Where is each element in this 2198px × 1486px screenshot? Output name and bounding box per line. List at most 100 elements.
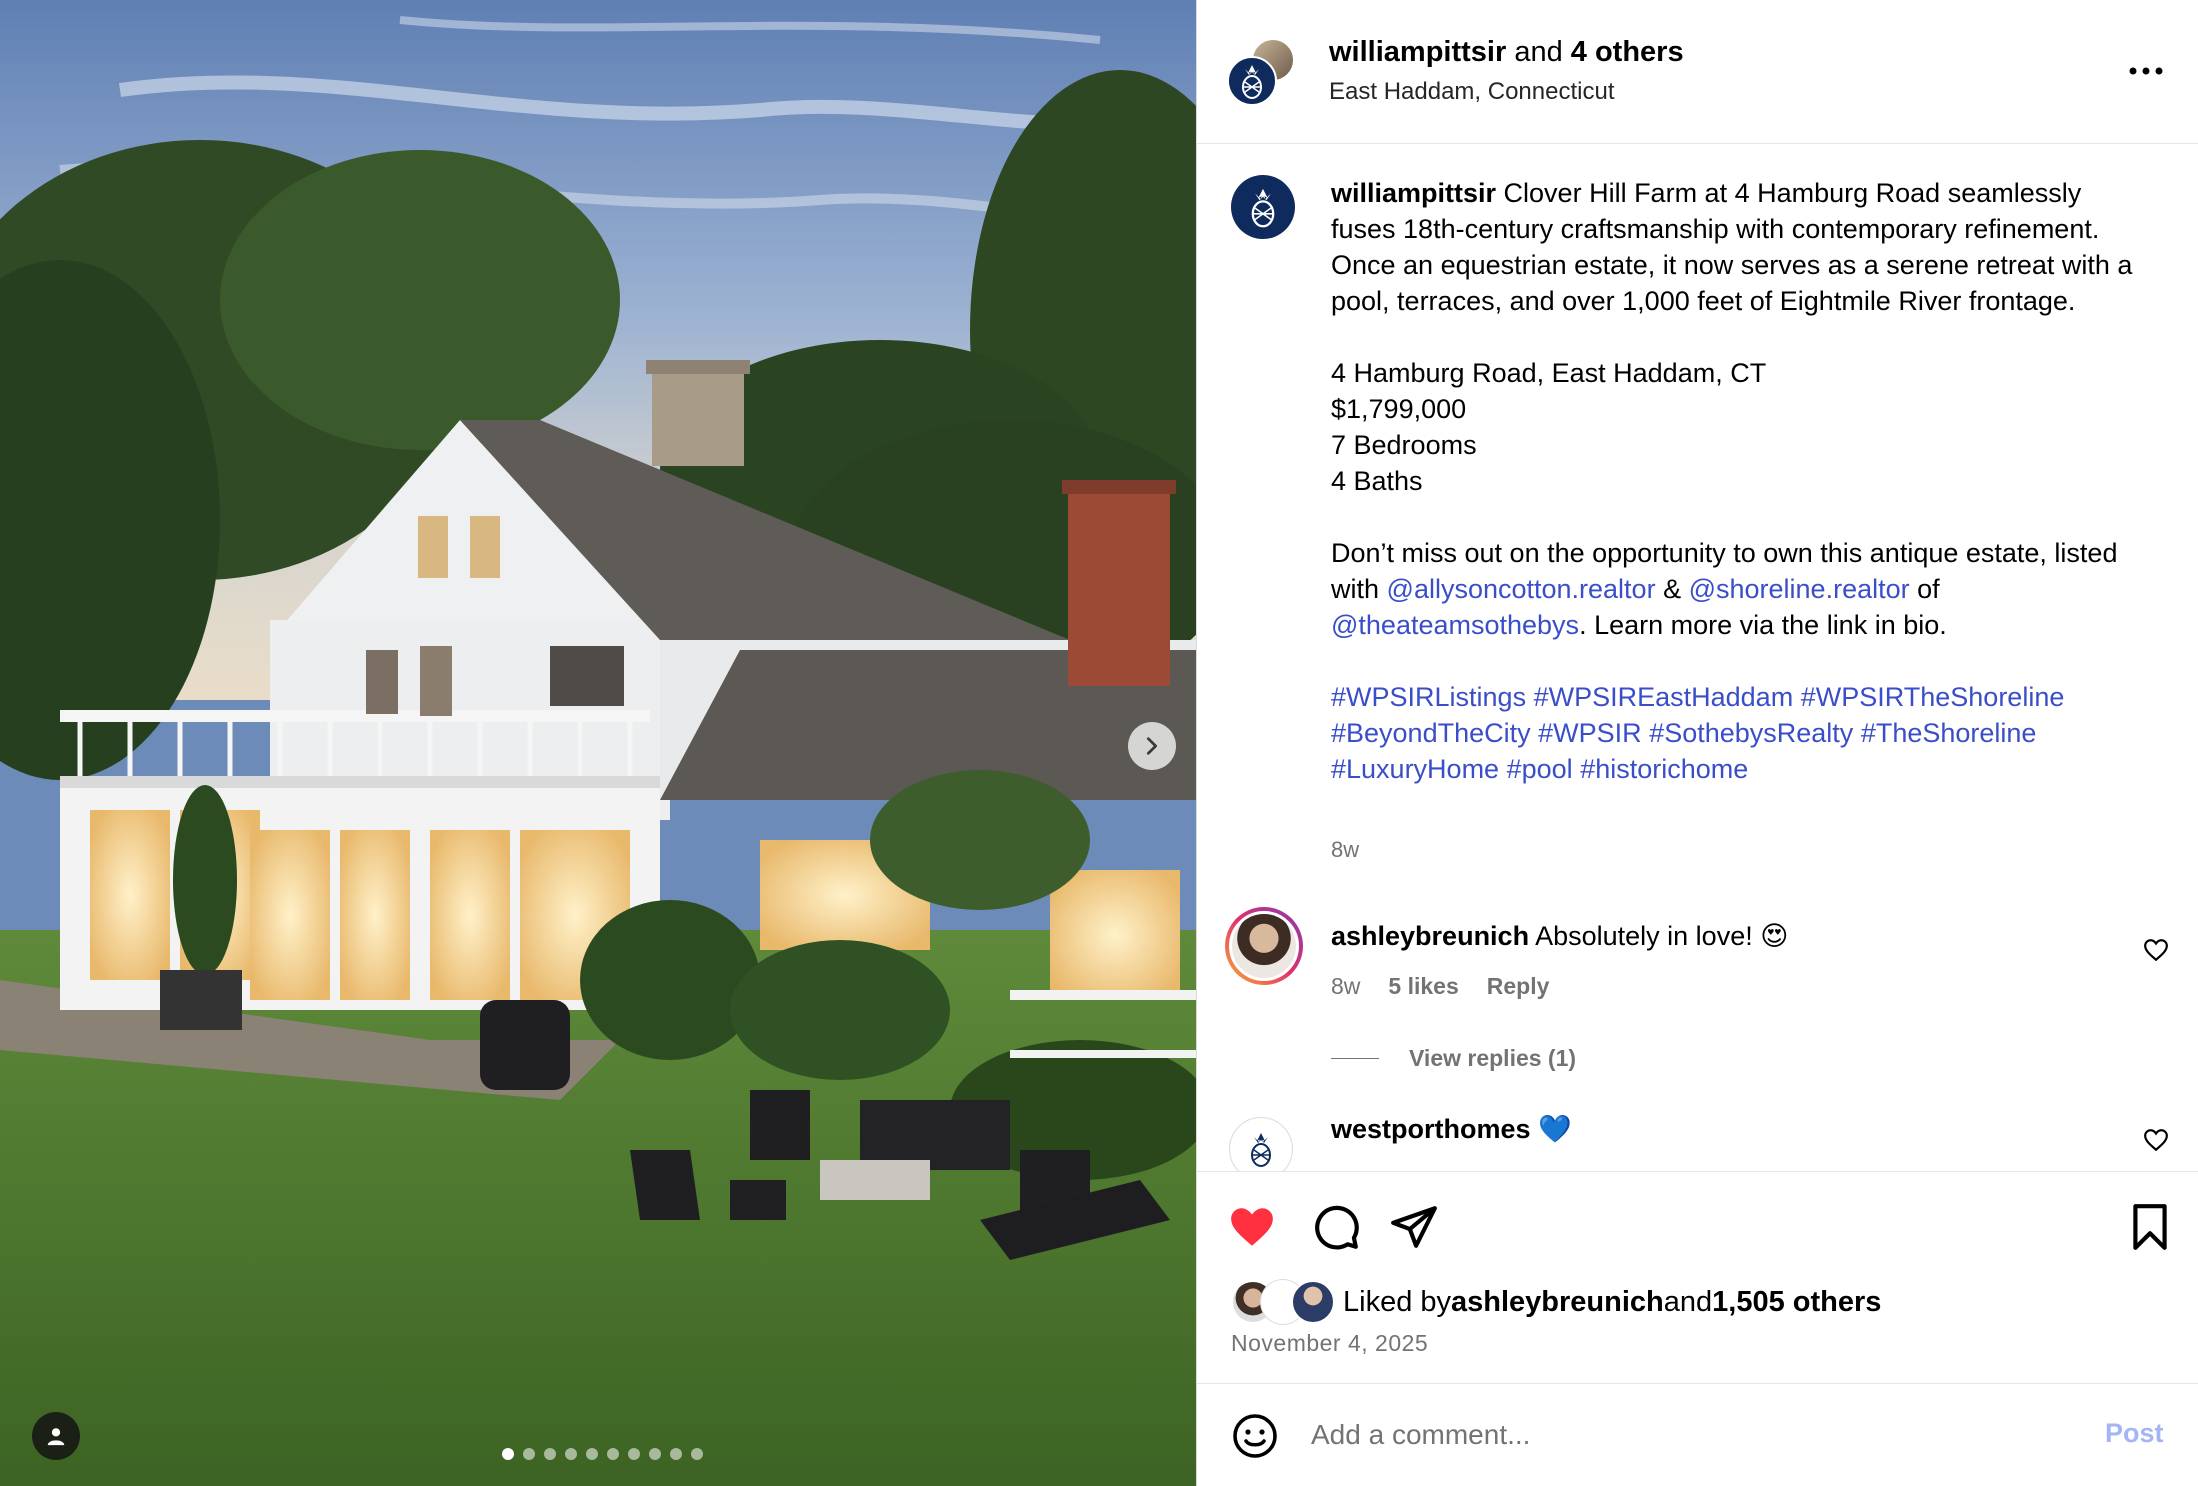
carousel-dot — [523, 1448, 535, 1460]
post-details-panel: williampittsir and 4 others East Haddam,… — [1196, 0, 2198, 1486]
liker-username-link[interactable]: ashleybreunich — [1451, 1286, 1664, 1319]
bookmark-button[interactable] — [2125, 1202, 2175, 1252]
carousel-dot — [565, 1448, 577, 1460]
post-photo[interactable] — [0, 0, 1196, 1486]
avatar[interactable] — [1231, 175, 1295, 239]
caption-username-link[interactable]: williampittsir — [1331, 178, 1496, 208]
carousel-dot — [502, 1448, 514, 1460]
heart-icon — [1231, 1208, 1273, 1246]
caption-hashtags: #WPSIRListings #WPSIREastHaddam #WPSIRTh… — [1331, 679, 2151, 787]
comment-username-link[interactable]: ashleybreunich — [1331, 921, 1529, 951]
house-photo — [0, 0, 1196, 1486]
pineapple-logo-icon — [1251, 1133, 1271, 1167]
comments-feed[interactable]: williampittsir Clover Hill Farm at 4 Ham… — [1197, 145, 2198, 1171]
likes-count-link[interactable]: 1,505 others — [1712, 1286, 1881, 1319]
post-authors: williampittsir and 4 others — [1329, 36, 1684, 69]
more-options-button[interactable] — [2121, 56, 2171, 86]
emoji-icon — [1233, 1414, 1277, 1458]
chevron-right-icon — [1146, 737, 1158, 755]
carousel-dot — [649, 1448, 661, 1460]
more-options-icon — [2129, 67, 2163, 75]
listing-address: 4 Hamburg Road, East Haddam, CT — [1331, 358, 1767, 388]
user-tag-icon — [47, 1428, 65, 1446]
hashtag-link[interactable]: #WPSIR — [1538, 718, 1642, 748]
hashtag-link[interactable]: #WPSIREastHaddam — [1534, 682, 1794, 712]
avatar[interactable] — [1225, 907, 1303, 985]
carousel-next-button[interactable] — [1128, 722, 1176, 770]
liker-avatars — [1231, 1280, 1337, 1324]
avatar — [1227, 56, 1277, 106]
share-button[interactable] — [1389, 1202, 1439, 1252]
comment-text: ashleybreunich Absolutely in love! 😍 — [1331, 921, 1788, 952]
pineapple-logo-icon — [1242, 65, 1262, 99]
avatar-image — [1229, 911, 1299, 981]
listing-price: $1,799,000 — [1331, 394, 1467, 424]
pineapple-logo-icon — [1251, 188, 1275, 228]
cta-text: & — [1655, 574, 1689, 604]
cta-text: . Learn more via the link in bio. — [1579, 610, 1947, 640]
hashtag-link[interactable]: #historichome — [1580, 754, 1748, 784]
carousel-dot — [607, 1448, 619, 1460]
collab-avatars[interactable] — [1227, 38, 1299, 110]
share-icon — [1391, 1206, 1437, 1248]
comment-username-link[interactable]: westporthomes — [1331, 1114, 1531, 1144]
author-username-link[interactable]: williampittsir — [1329, 36, 1506, 68]
carousel-indicator — [502, 1448, 703, 1460]
hashtag-link[interactable]: #pool — [1507, 754, 1573, 784]
mention-link[interactable]: @theateamsothebys — [1331, 610, 1579, 640]
carousel-dot — [670, 1448, 682, 1460]
like-button[interactable] — [1227, 1202, 1277, 1252]
carousel-dot — [691, 1448, 703, 1460]
comment-likes-count[interactable]: 5 likes — [1388, 973, 1458, 1000]
bookmark-icon — [2133, 1204, 2167, 1250]
divider — [1331, 1058, 1379, 1059]
hashtag-link[interactable]: #WPSIRTheShoreline — [1801, 682, 2065, 712]
likes-summary[interactable]: Liked by ashleybreunich and 1,505 others — [1231, 1280, 1881, 1324]
comment-content: 💙 — [1530, 1114, 1572, 1144]
comment-input[interactable] — [1311, 1408, 2051, 1462]
caption-text: williampittsir Clover Hill Farm at 4 Ham… — [1331, 175, 2151, 787]
post-location[interactable]: East Haddam, Connecticut — [1329, 78, 1614, 106]
post-date: November 4, 2025 — [1231, 1330, 1429, 1356]
listing-baths: 4 Baths — [1331, 466, 1423, 496]
collaborators-link[interactable]: 4 others — [1571, 36, 1684, 68]
caption-timestamp[interactable]: 8w — [1331, 837, 1359, 863]
carousel-dot — [586, 1448, 598, 1460]
comment-timestamp[interactable]: 8w — [1331, 973, 1360, 1000]
post-comment-button[interactable]: Post — [2105, 1418, 2164, 1449]
comment-icon — [1315, 1205, 1359, 1250]
liked-by-joiner: and — [1663, 1285, 1713, 1318]
carousel-dot — [544, 1448, 556, 1460]
view-replies-button[interactable]: View replies (1) — [1331, 1045, 1576, 1072]
liked-by-prefix: Liked by — [1343, 1285, 1452, 1318]
cta-text: of — [1909, 574, 1940, 604]
mention-link[interactable]: @shoreline.realtor — [1689, 574, 1910, 604]
emoji-picker-button[interactable] — [1231, 1412, 1279, 1460]
hashtag-link[interactable]: #LuxuryHome — [1331, 754, 1499, 784]
heart-icon[interactable] — [2143, 937, 2169, 963]
comment-button[interactable] — [1311, 1202, 1361, 1252]
caption-intro: williampittsir Clover Hill Farm at 4 Ham… — [1331, 175, 2151, 319]
post-header: williampittsir and 4 others East Haddam,… — [1197, 0, 2198, 144]
avatar[interactable] — [1229, 1117, 1293, 1171]
hashtag-link[interactable]: #BeyondTheCity — [1331, 718, 1531, 748]
add-comment-bar: Post — [1197, 1383, 2198, 1486]
reply-button[interactable]: Reply — [1487, 973, 1550, 1000]
comment-meta: 8w 5 likes Reply — [1331, 973, 1549, 1000]
hashtag-link[interactable]: #SothebysRealty — [1649, 718, 1853, 748]
heart-icon[interactable] — [2143, 1127, 2169, 1153]
mention-link[interactable]: @allysoncotton.realtor — [1387, 574, 1656, 604]
post-actions: Liked by ashleybreunich and 1,505 others… — [1197, 1171, 2198, 1383]
hashtag-link[interactable]: #TheShoreline — [1861, 718, 2037, 748]
hashtag-link[interactable]: #WPSIRListings — [1331, 682, 1526, 712]
tagged-users-button[interactable] — [32, 1412, 80, 1460]
view-replies-label: View replies (1) — [1409, 1045, 1577, 1071]
carousel-dot — [628, 1448, 640, 1460]
caption-cta: Don’t miss out on the opportunity to own… — [1331, 535, 2151, 643]
comment-text: westporthomes 💙 — [1331, 1113, 1572, 1145]
avatar — [1291, 1280, 1335, 1324]
listing-bedrooms: 7 Bedrooms — [1331, 430, 1477, 460]
